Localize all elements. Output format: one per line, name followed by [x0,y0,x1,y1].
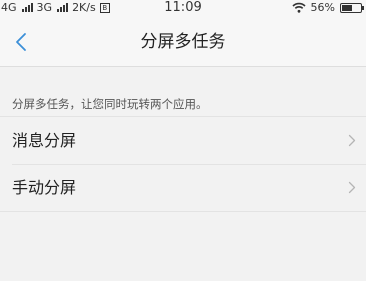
battery-percentage: 56% [310,1,335,14]
battery-fill [342,4,352,11]
chevron-right-icon [348,134,356,147]
status-bar: 4G 3G 2K/s B 11:09 56% [0,0,366,17]
chevron-left-icon [16,33,26,51]
battery-icon [340,2,364,13]
list-item-manual-split-screen[interactable]: 手动分屏 [0,164,366,211]
wifi-icon [291,2,306,13]
list-item-message-split-screen[interactable]: 消息分屏 [0,117,366,164]
list-item-label: 手动分屏 [12,178,77,197]
status-right: 56% [291,1,364,14]
settings-list: 消息分屏 手动分屏 [0,116,366,212]
section-description: 分屏多任务，让您同时玩转两个应用。 [12,97,208,111]
back-button[interactable] [8,29,34,55]
chevron-right-icon [348,181,356,194]
title-bar: 分屏多任务 [0,17,366,67]
list-item-label: 消息分屏 [12,131,77,150]
page-title: 分屏多任务 [140,32,226,52]
